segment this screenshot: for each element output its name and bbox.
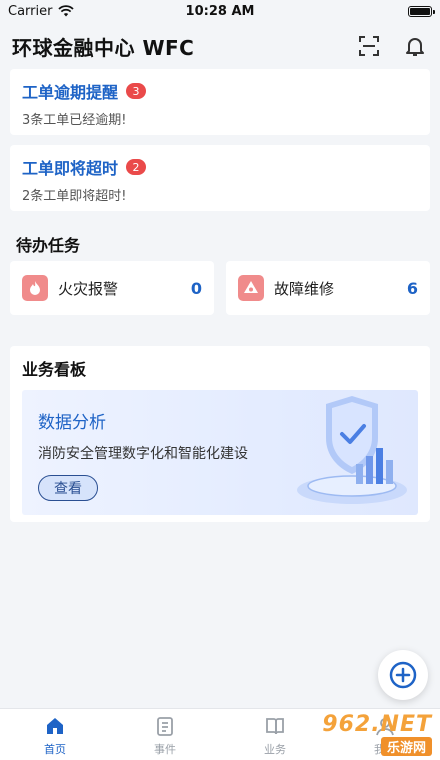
overdue-alert-card[interactable]: 工单逾期提醒 3 3条工单已经逾期! [10,69,430,135]
alert-subtitle: 2条工单即将超时! [22,189,127,204]
task-label: 火灾报警 [58,279,119,298]
data-analysis-banner[interactable]: 数据分析 消防安全管理数字化和智能化建设 查看 [22,390,418,515]
battery-icon [408,5,435,17]
watermark-top: 962.NET [322,712,432,737]
scan-icon [359,36,379,56]
task-fire-alarm[interactable]: 火灾报警 0 [10,261,214,315]
plus-circle-icon [389,661,417,689]
header-actions [356,33,428,59]
view-button[interactable]: 查看 [38,475,98,501]
alert-title: 工单即将超时 [22,159,119,178]
task-label: 故障维修 [274,279,335,298]
alert-title: 工单逾期提醒 [22,83,119,102]
carrier-label: Carrier [8,3,53,19]
clipboard-icon [157,716,173,736]
alert-badge: 2 [126,159,147,175]
tab-label: 首页 [44,742,66,756]
status-right [408,5,435,17]
page-title: 环球金融中心 WFC [12,35,195,60]
watermark-logo: 962.NET 乐游网 [300,708,438,760]
todo-section-title: 待办任务 [16,236,81,255]
repair-icon [238,275,264,301]
tab-label: 业务 [264,742,286,756]
tab-events[interactable]: 事件 [125,715,205,757]
app-header: 环球金融中心 WFC [0,28,440,64]
status-bar: Carrier 10:28 AM [0,0,440,22]
task-count: 6 [406,278,418,298]
shield-chart-icon [297,396,407,504]
task-count: 0 [190,278,202,298]
scan-button[interactable] [356,33,382,59]
alert-badge: 3 [126,83,147,99]
alert-subtitle: 3条工单已经逾期! [22,113,127,128]
status-left: Carrier [8,3,75,19]
tab-label: 事件 [154,742,176,756]
add-button[interactable] [378,650,428,700]
tab-home[interactable]: 首页 [15,715,95,757]
watermark-bottom: 乐游网 [380,737,432,756]
task-fault-repair[interactable]: 故障维修 6 [226,261,430,315]
fire-icon [22,275,48,301]
notification-button[interactable] [402,33,428,59]
book-icon [266,717,284,734]
business-board-card: 业务看板 数据分析 消防安全管理数字化和智能化建设 查看 [10,346,430,522]
home-icon [47,717,63,734]
board-title: 业务看板 [22,360,87,379]
timeout-alert-card[interactable]: 工单即将超时 2 2条工单即将超时! [10,145,430,211]
wifi-icon [58,5,75,17]
bell-icon [406,38,424,56]
